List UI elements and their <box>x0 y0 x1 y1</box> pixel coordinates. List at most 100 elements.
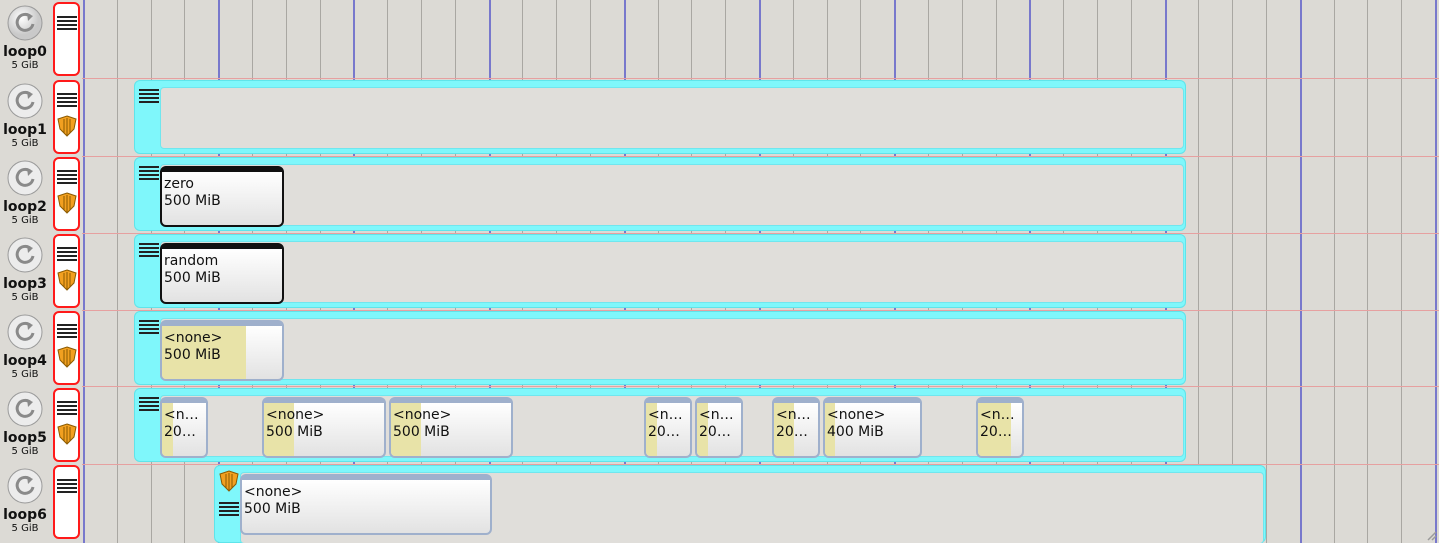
partition-block[interactable]: <n… 20… <box>644 397 692 458</box>
disk-loop4[interactable]: loop4 5 GiB <box>0 309 50 386</box>
menu-icon[interactable] <box>139 320 159 335</box>
partition-block[interactable]: <none> 500 MiB <box>240 474 492 535</box>
disk-loop3[interactable]: loop3 5 GiB <box>0 232 50 309</box>
partition-block[interactable]: <none> 500 MiB <box>389 397 513 458</box>
grid-line <box>1334 0 1335 543</box>
grid-line <box>117 0 118 543</box>
container-body <box>160 241 1184 303</box>
menu-icon[interactable] <box>57 324 77 339</box>
shield-icon <box>57 269 77 291</box>
partition-block[interactable]: zero 500 MiB <box>160 166 284 227</box>
row-separator <box>82 78 1439 79</box>
partition-name: <none> <box>827 407 886 423</box>
refresh-disk-icon <box>7 5 43 41</box>
disk-size: 5 GiB <box>11 369 39 380</box>
menu-icon[interactable] <box>57 479 77 494</box>
menu-icon[interactable] <box>139 243 159 258</box>
disk-size: 5 GiB <box>11 215 39 226</box>
container-loop2[interactable] <box>134 157 1186 231</box>
partition-size: 500 MiB <box>266 424 323 440</box>
partition-name: <n… <box>776 407 811 423</box>
disk-size: 5 GiB <box>11 523 39 534</box>
menu-icon[interactable] <box>57 16 77 31</box>
disk-loop1[interactable]: loop1 5 GiB <box>0 78 50 155</box>
grid-line <box>1198 0 1199 543</box>
partition-size: 400 MiB <box>827 424 884 440</box>
partition-block[interactable]: <n… 20… <box>160 397 208 458</box>
shield-icon <box>57 192 77 214</box>
device-loop5[interactable] <box>53 388 80 462</box>
partition-size: 500 MiB <box>164 193 221 209</box>
partition-size: 20… <box>776 424 808 440</box>
disk-name: loop3 <box>3 276 47 292</box>
disk-layout-canvas: loop0 5 GiB loop1 5 GiB loop2 5 GiB loop… <box>0 0 1439 543</box>
container-body <box>160 164 1184 226</box>
partition-name: <n… <box>980 407 1015 423</box>
device-loop0[interactable] <box>53 2 80 76</box>
menu-icon[interactable] <box>139 89 159 104</box>
refresh-disk-icon <box>7 237 43 273</box>
grid-line <box>1232 0 1233 543</box>
partition-size: 500 MiB <box>164 270 221 286</box>
partition-size: 500 MiB <box>164 347 221 363</box>
menu-icon[interactable] <box>139 166 159 181</box>
partition-block[interactable]: <none> 500 MiB <box>160 320 284 381</box>
resize-grip-icon[interactable] <box>1425 529 1437 541</box>
partition-block[interactable]: random 500 MiB <box>160 243 284 304</box>
device-loop6[interactable] <box>53 465 80 539</box>
container-loop1[interactable] <box>134 80 1186 154</box>
shield-icon <box>57 423 77 445</box>
container-loop3[interactable] <box>134 234 1186 308</box>
disk-name: loop6 <box>3 507 47 523</box>
partition-block[interactable]: <n… 20… <box>772 397 820 458</box>
container-loop4[interactable] <box>134 311 1186 385</box>
partition-name: <n… <box>164 407 199 423</box>
disk-loop0[interactable]: loop0 5 GiB <box>0 0 50 77</box>
menu-icon[interactable] <box>57 247 77 262</box>
disk-size: 5 GiB <box>11 446 39 457</box>
partition-name: random <box>164 253 219 269</box>
row-separator <box>82 386 1439 387</box>
grid-line <box>1300 0 1302 543</box>
partition-block[interactable]: <n… 20… <box>695 397 743 458</box>
grid-line <box>1401 0 1402 543</box>
partition-name: <none> <box>244 484 303 500</box>
menu-icon[interactable] <box>219 502 239 517</box>
shield-icon <box>57 346 77 368</box>
grid-line <box>1435 0 1437 543</box>
refresh-disk-icon <box>7 468 43 504</box>
partition-name: <none> <box>164 330 223 346</box>
shield-icon <box>219 470 239 492</box>
disk-name: loop4 <box>3 353 47 369</box>
menu-icon[interactable] <box>57 170 77 185</box>
partition-block[interactable]: <none> 400 MiB <box>823 397 922 458</box>
menu-icon[interactable] <box>139 397 159 412</box>
partition-block[interactable]: <n… 20… <box>976 397 1024 458</box>
menu-icon[interactable] <box>57 401 77 416</box>
refresh-disk-icon <box>7 83 43 119</box>
device-loop2[interactable] <box>53 157 80 231</box>
refresh-disk-icon <box>7 160 43 196</box>
disk-loop5[interactable]: loop5 5 GiB <box>0 386 50 463</box>
disk-name: loop5 <box>3 430 47 446</box>
refresh-disk-icon <box>7 391 43 427</box>
device-loop1[interactable] <box>53 80 80 154</box>
device-loop4[interactable] <box>53 311 80 385</box>
disk-size: 5 GiB <box>11 60 39 71</box>
partition-name: <none> <box>393 407 452 423</box>
disk-loop6[interactable]: loop6 5 GiB <box>0 463 50 540</box>
partition-name: <n… <box>699 407 734 423</box>
partition-block[interactable]: <none> 500 MiB <box>262 397 386 458</box>
shield-icon <box>57 115 77 137</box>
grid-line <box>1367 0 1368 543</box>
partition-name: <none> <box>266 407 325 423</box>
partition-name: <n… <box>648 407 683 423</box>
menu-icon[interactable] <box>57 93 77 108</box>
device-loop3[interactable] <box>53 234 80 308</box>
partition-name: zero <box>164 176 194 192</box>
partition-size: 500 MiB <box>244 501 301 517</box>
partition-size: 20… <box>699 424 731 440</box>
disk-size: 5 GiB <box>11 138 39 149</box>
refresh-disk-icon <box>7 314 43 350</box>
disk-loop2[interactable]: loop2 5 GiB <box>0 155 50 232</box>
